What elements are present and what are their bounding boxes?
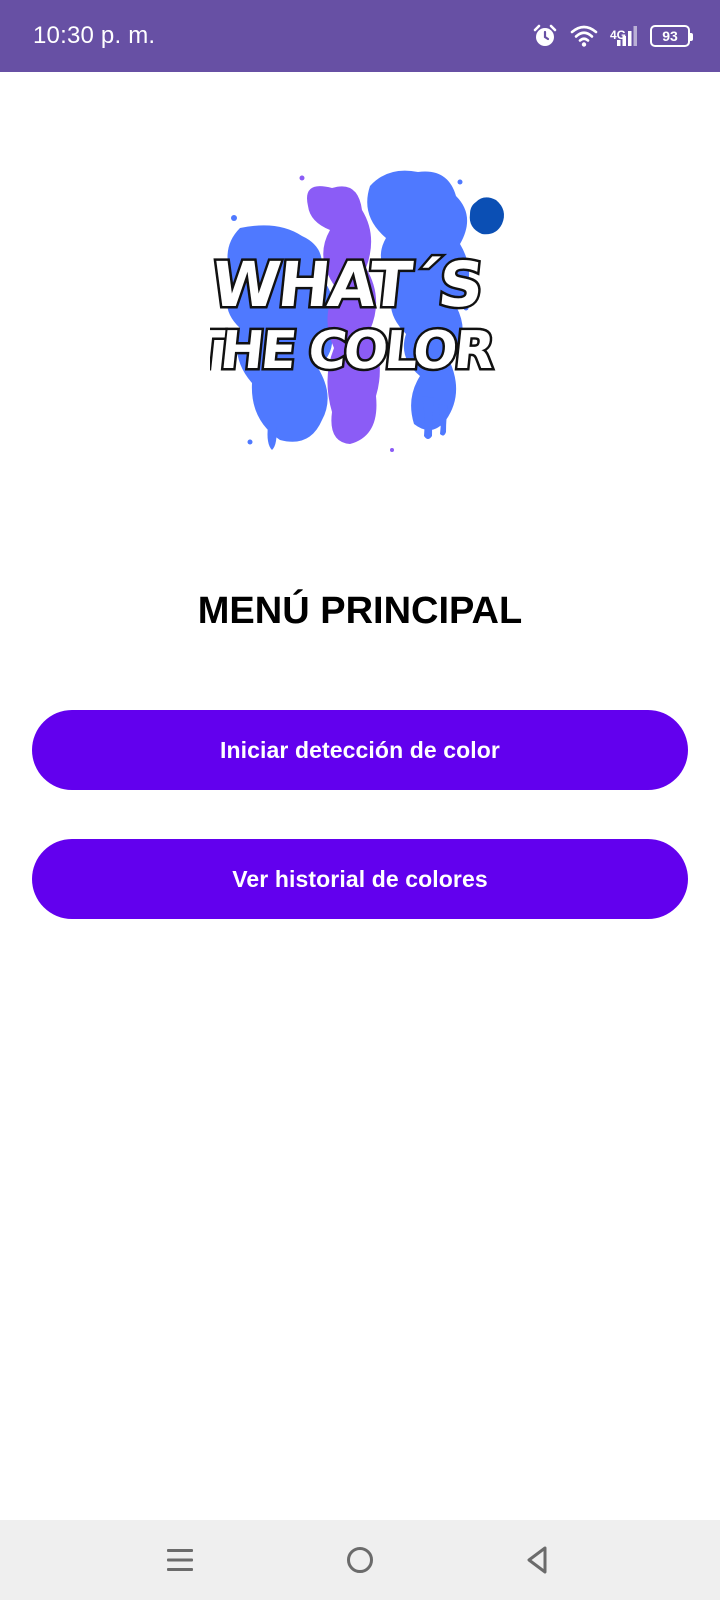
status-time: 10:30 p. m. bbox=[33, 22, 156, 49]
battery-icon: 93 bbox=[650, 25, 693, 47]
navigation-bar bbox=[0, 1520, 720, 1600]
network-type: 4G bbox=[609, 28, 626, 42]
page-title: MENÚ PRINCIPAL bbox=[197, 590, 523, 632]
logo-line2: THE COLOR bbox=[210, 321, 497, 381]
home-icon[interactable] bbox=[338, 1540, 382, 1580]
status-icons: 4G 93 bbox=[532, 20, 693, 52]
wifi-icon bbox=[570, 24, 598, 48]
signal-icon: 4G bbox=[610, 25, 638, 47]
recent-apps-icon[interactable] bbox=[158, 1540, 202, 1580]
logo-line1: WHAT´S bbox=[210, 248, 485, 321]
alarm-icon bbox=[532, 23, 558, 49]
app-logo: WHAT´S THE COLOR bbox=[182, 158, 520, 458]
color-history-button[interactable]: Ver historial de colores bbox=[32, 839, 688, 919]
back-icon[interactable] bbox=[516, 1540, 560, 1580]
status-bar: 10:30 p. m. 4G 93 bbox=[0, 0, 720, 72]
start-color-detection-button[interactable]: Iniciar detección de color bbox=[32, 710, 688, 790]
